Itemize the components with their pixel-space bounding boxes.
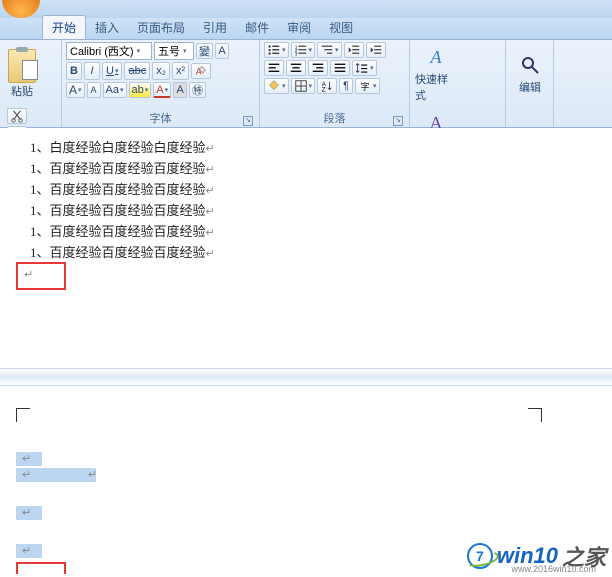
- show-marks-button[interactable]: ¶: [339, 78, 353, 94]
- quick-styles-button[interactable]: A 快速样式: [414, 42, 458, 106]
- font-launcher[interactable]: ↘: [243, 116, 253, 126]
- strikethrough-button[interactable]: abc: [124, 62, 150, 80]
- font-size-select[interactable]: 五号: [154, 42, 194, 60]
- editing-button[interactable]: 编辑: [510, 42, 550, 106]
- paragraph-mark-icon: ↵: [24, 268, 33, 281]
- doc-line[interactable]: 1、白度经验白度经验白度经验↵: [30, 138, 610, 159]
- office-button[interactable]: [2, 0, 40, 18]
- svg-text:3: 3: [294, 51, 297, 56]
- paragraph-mark-icon: ↵: [88, 468, 97, 481]
- bold-button[interactable]: B: [66, 62, 82, 80]
- group-paragraph-label: 段落↘: [264, 109, 405, 127]
- tab-references[interactable]: 引用: [194, 16, 236, 39]
- grow-font-button[interactable]: A: [66, 82, 85, 98]
- align-center-button[interactable]: [286, 60, 306, 76]
- align-right-button[interactable]: [308, 60, 328, 76]
- cut-button[interactable]: [7, 108, 27, 124]
- line-spacing-button[interactable]: [352, 60, 377, 76]
- underline-button[interactable]: U: [102, 62, 122, 80]
- clear-format-button[interactable]: A: [191, 63, 211, 79]
- group-styles: A 快速样式 A 更改样式 样式↘: [410, 40, 506, 127]
- asian-layout-button[interactable]: 字: [355, 78, 380, 94]
- change-case-button[interactable]: Aa: [103, 82, 127, 98]
- paragraph-mark-icon: ↵: [22, 452, 31, 465]
- tab-review[interactable]: 审阅: [278, 16, 320, 39]
- doc-line[interactable]: 1、百度经验百度经验百度经验↵: [30, 243, 610, 264]
- svg-text:Z: Z: [322, 86, 326, 93]
- tab-home[interactable]: 开始: [42, 15, 86, 39]
- superscript-button[interactable]: x²: [172, 62, 189, 80]
- doc-line[interactable]: 1、百度经验百度经验百度经验↵: [30, 159, 610, 180]
- paragraph-mark-icon: ↵: [206, 143, 215, 155]
- paragraph-mark-icon: ↵: [206, 206, 215, 218]
- bullets-button[interactable]: [264, 42, 289, 58]
- watermark: 7 win10之家 www.2016win10.com: [467, 540, 606, 572]
- sort-button[interactable]: AZ: [317, 78, 337, 94]
- crop-mark-icon: [528, 408, 542, 422]
- shading-button[interactable]: [264, 78, 289, 94]
- ribbon-tabs: 开始 插入 页面布局 引用 邮件 审阅 视图: [0, 18, 612, 40]
- find-icon: [518, 53, 542, 77]
- svg-text:字: 字: [361, 81, 370, 92]
- numbering-button[interactable]: 123: [291, 42, 316, 58]
- tab-mailings[interactable]: 邮件: [236, 16, 278, 39]
- ribbon: 粘贴 剪贴板↘ Calibri (西文) 五号 變 A B I U abc: [0, 40, 612, 128]
- doc-line[interactable]: 1、百度经验百度经验百度经验↵: [30, 222, 610, 243]
- document-page-1[interactable]: 1、白度经验白度经验白度经验↵ 1、百度经验百度经验百度经验↵ 1、百度经验百度…: [0, 128, 612, 368]
- group-editing: 编辑: [506, 40, 554, 127]
- doc-line[interactable]: 1、百度经验百度经验百度经验↵: [30, 201, 610, 222]
- paragraph-mark-icon: ↵: [206, 227, 215, 239]
- group-clipboard: 粘贴 剪贴板↘: [0, 40, 62, 127]
- tab-page-layout[interactable]: 页面布局: [128, 16, 194, 39]
- paragraph-mark-icon: ↵: [206, 248, 215, 260]
- align-left-button[interactable]: [264, 60, 284, 76]
- enclosed-char-button[interactable]: ㊕: [189, 82, 206, 98]
- subscript-button[interactable]: x₂: [152, 62, 170, 80]
- multilevel-button[interactable]: [317, 42, 342, 58]
- font-name-select[interactable]: Calibri (西文): [66, 42, 152, 60]
- paragraph-mark-icon: ↵: [22, 468, 31, 481]
- font-color-button[interactable]: A: [153, 82, 171, 98]
- paste-button[interactable]: 粘贴: [4, 42, 40, 106]
- highlight-button[interactable]: ab: [129, 82, 152, 98]
- paragraph-mark-icon: ↵: [206, 164, 215, 176]
- char-shading-button[interactable]: A: [173, 82, 187, 98]
- increase-indent-button[interactable]: [366, 42, 386, 58]
- paragraph-launcher[interactable]: ↘: [393, 116, 403, 126]
- borders-button[interactable]: [291, 78, 316, 94]
- group-editing-label: [510, 125, 549, 127]
- page-gap: [0, 368, 612, 386]
- crop-mark-icon: [16, 408, 30, 422]
- italic-button[interactable]: I: [84, 62, 100, 80]
- tab-insert[interactable]: 插入: [86, 16, 128, 39]
- paragraph-mark-icon: ↵: [206, 185, 215, 197]
- paragraph-mark-icon: ↵: [22, 506, 31, 519]
- paragraph-mark-icon: ↵: [22, 544, 31, 557]
- document-page-2[interactable]: ↵ ↵ ↵ ↵ ↵ 7 win10之家 www.2016win10.com: [0, 386, 612, 576]
- group-font: Calibri (西文) 五号 變 A B I U abc x₂ x² A A …: [62, 40, 260, 127]
- watermark-logo-icon: 7: [467, 543, 493, 569]
- doc-line[interactable]: 1、百度经验百度经验百度经验↵: [30, 180, 610, 201]
- group-paragraph: 123 AZ ¶ 字 段落↘: [260, 40, 410, 127]
- char-border-button[interactable]: A: [215, 43, 229, 59]
- paste-label: 粘贴: [11, 83, 33, 99]
- justify-button[interactable]: [330, 60, 350, 76]
- group-font-label: 字体↘: [66, 109, 255, 127]
- watermark-url: www.2016win10.com: [511, 564, 596, 574]
- tab-view[interactable]: 视图: [320, 16, 362, 39]
- shrink-font-button[interactable]: A: [87, 82, 101, 98]
- pinyin-guide-button[interactable]: 變: [196, 43, 213, 59]
- paste-icon: [8, 49, 36, 83]
- decrease-indent-button[interactable]: [344, 42, 364, 58]
- quick-styles-icon: A: [424, 45, 448, 69]
- annotation-red-box: [16, 562, 66, 574]
